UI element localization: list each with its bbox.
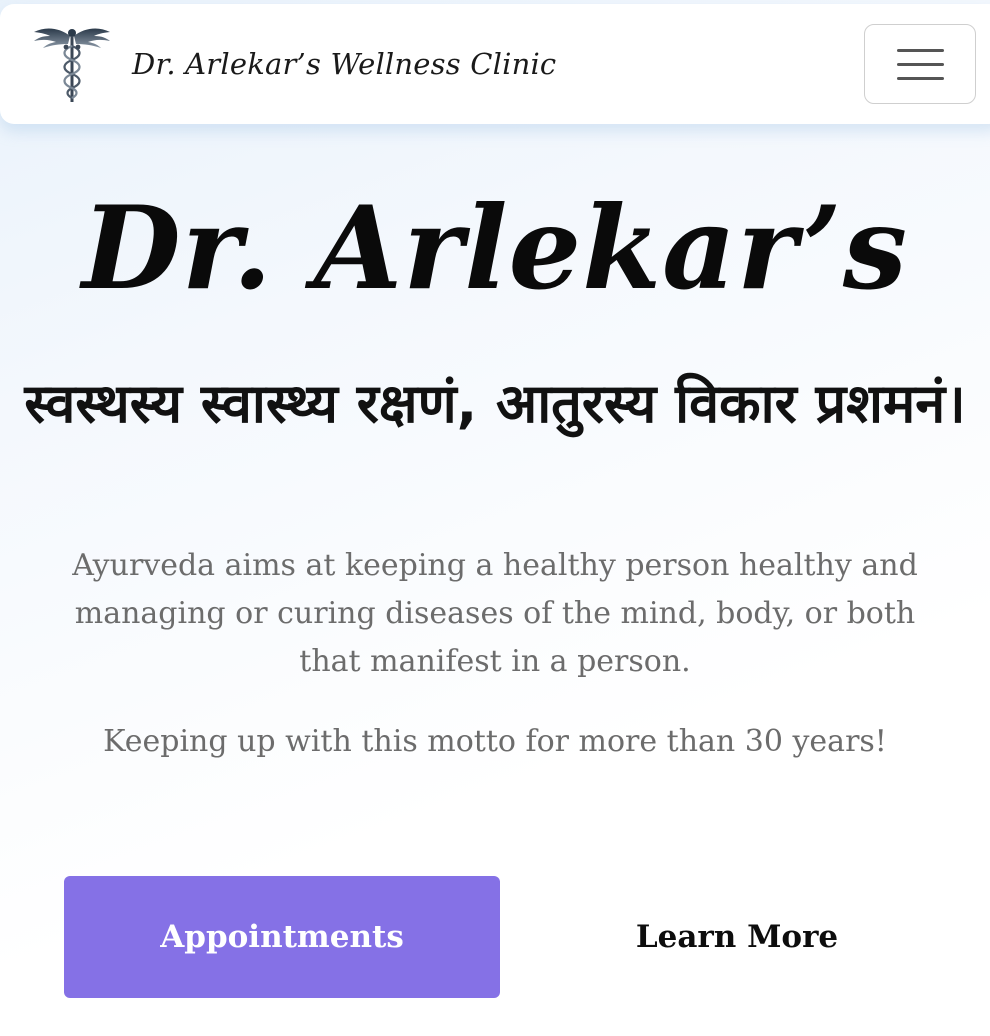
hero-years-line: Keeping up with this motto for more than…	[103, 724, 887, 759]
page: Dr. Arlekar’s Wellness Clinic Dr. Arleka…	[0, 0, 990, 1036]
appointments-button[interactable]: Appointments	[64, 876, 500, 998]
navbar: Dr. Arlekar’s Wellness Clinic	[0, 4, 990, 124]
hero-motto: स्वस्थस्य स्वास्थ्य रक्षणं, आतुरस्य विका…	[24, 372, 966, 435]
brand-name: Dr. Arlekar’s Wellness Clinic	[132, 47, 557, 81]
menu-toggle-button[interactable]	[864, 24, 976, 104]
hamburger-menu-icon-bar	[896, 76, 944, 80]
learn-more-button[interactable]: Learn More	[530, 876, 944, 998]
brand-link[interactable]: Dr. Arlekar’s Wellness Clinic	[30, 22, 556, 106]
caduceus-icon	[34, 28, 110, 102]
hamburger-menu-icon-bar	[896, 62, 944, 66]
hamburger-menu-icon	[896, 48, 944, 52]
hero-title: Dr. Arlekar’s	[81, 181, 909, 315]
hero-description: Ayurveda aims at keeping a healthy perso…	[72, 548, 918, 679]
